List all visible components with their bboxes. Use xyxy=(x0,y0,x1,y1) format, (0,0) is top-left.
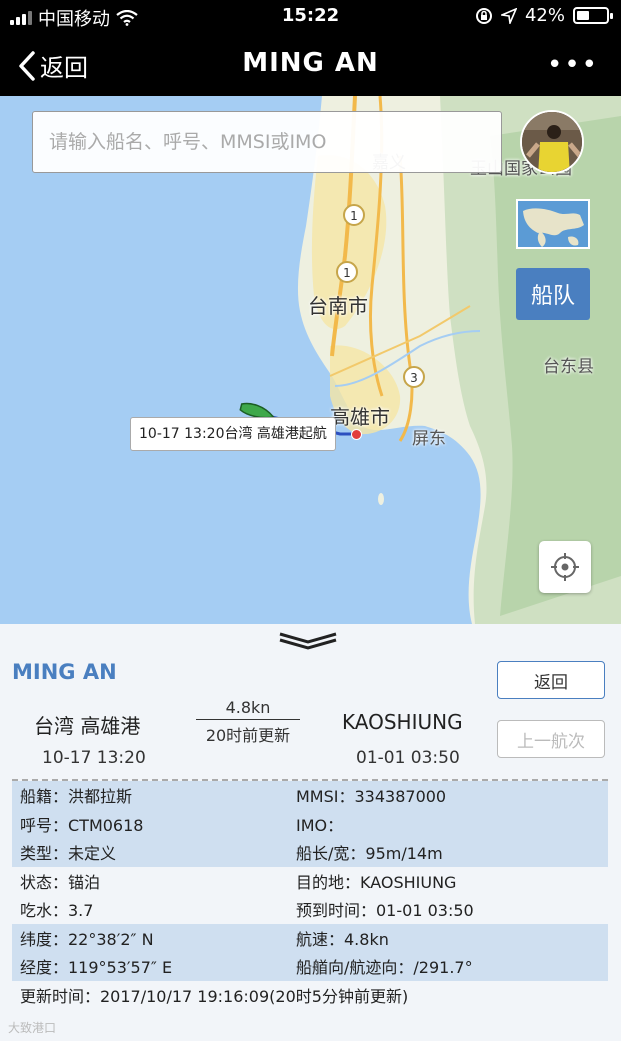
ship-name: MING AN xyxy=(12,660,117,684)
departure-port: 台湾 高雄港 xyxy=(34,714,141,738)
locate-button[interactable] xyxy=(539,541,591,593)
detail-row: 状态：锚泊 目的地：KAOSHIUNG xyxy=(12,866,608,895)
battery-icon xyxy=(573,7,613,24)
route-end-marker xyxy=(351,429,362,440)
ship-search[interactable] xyxy=(32,111,502,173)
map-view[interactable]: 1 1 3 台南市 高雄市 屏东 台东县 嘉义 玉山国家公园 船队 xyxy=(0,96,621,624)
detail-row: 经度：119°53′57″ E 船艏向/航迹向：/291.7° xyxy=(12,952,608,981)
detail-row: 呼号：CTM0618 IMO： xyxy=(12,809,608,838)
detail-left: 类型：未定义 xyxy=(20,844,117,864)
detail-right: 目的地：KAOSHIUNG xyxy=(296,872,457,892)
detail-right: 航速：4.8kn xyxy=(296,929,389,949)
detail-left: 呼号：CTM0618 xyxy=(20,815,144,835)
svg-text:1: 1 xyxy=(343,266,351,280)
map-label-kaohsiung: 高雄市 xyxy=(330,405,390,429)
detail-right: 船艏向/航迹向：/291.7° xyxy=(296,958,473,978)
map-label-tainan: 台南市 xyxy=(308,294,368,318)
battery-percent: 42% xyxy=(524,5,565,26)
detail-left: 经度：119°53′57″ E xyxy=(20,958,173,978)
voyage-divider xyxy=(196,719,300,720)
detail-left: 吃水：3.7 xyxy=(20,901,94,921)
detail-right: MMSI：334387000 xyxy=(296,787,447,807)
watermark: 大致港口 xyxy=(8,1021,57,1035)
detail-left: 纬度：22°38′2″ N xyxy=(20,929,154,949)
departure-time: 10-17 13:20 xyxy=(42,748,146,768)
detail-row: 纬度：22°38′2″ N 航速：4.8kn xyxy=(12,923,608,952)
voyage-speed: 4.8kn xyxy=(225,698,271,717)
voyage-updated-ago: 20时前更新 xyxy=(205,726,291,745)
collapse-chevron-icon[interactable] xyxy=(278,630,338,650)
crosshair-icon xyxy=(551,553,579,581)
detail-right: 预到时间：01-01 03:50 xyxy=(296,901,474,921)
svg-text:3: 3 xyxy=(410,371,418,385)
page-title: MING AN xyxy=(242,48,379,78)
svg-text:1: 1 xyxy=(350,209,358,223)
world-map-icon xyxy=(518,201,588,247)
detail-row: 船籍：洪都拉斯 MMSI：334387000 xyxy=(12,781,608,810)
map-label-pingtung: 屏东 xyxy=(412,429,446,449)
rotation-lock-icon xyxy=(475,7,492,24)
destination-port: KAOSHIUNG xyxy=(342,710,463,734)
eta-time: 01-01 03:50 xyxy=(356,748,460,768)
updated-time: 更新时间：2017/10/17 19:16:09(20时5分钟前更新) xyxy=(20,986,409,1006)
detail-left: 状态：锚泊 xyxy=(20,872,101,892)
detail-right: IMO： xyxy=(296,815,344,835)
map-label-taitung: 台东县 xyxy=(543,357,594,377)
battery-fill xyxy=(577,11,589,20)
ship-departure-tooltip: 10-17 13:20台湾 高雄港起航 xyxy=(130,417,336,451)
previous-voyage-button[interactable]: 上一航次 xyxy=(497,720,605,758)
detail-row: 吃水：3.7 预到时间：01-01 03:50 xyxy=(12,895,608,924)
status-bar: 中国移动 15:22 42% xyxy=(0,0,621,32)
nav-bar: 返回 MING AN ••• xyxy=(0,32,621,96)
detail-row: 类型：未定义 船长/宽：95m/14m xyxy=(12,838,608,867)
location-arrow-icon xyxy=(500,7,517,24)
search-input[interactable] xyxy=(33,112,501,172)
fleet-button[interactable]: 船队 xyxy=(516,268,590,320)
updated-time-row: 更新时间：2017/10/17 19:16:09(20时5分钟前更新) xyxy=(12,980,608,1009)
back-button[interactable]: 返回 xyxy=(497,661,605,699)
ship-info-panel: MING AN 返回 上一航次 台湾 高雄港 10-17 13:20 4.8kn… xyxy=(0,624,621,1041)
ship-details-table: 船籍：洪都拉斯 MMSI：334387000 呼号：CTM0618 IMO： 类型：… xyxy=(12,781,608,1009)
avatar[interactable] xyxy=(520,110,584,174)
map-type-thumbnail[interactable] xyxy=(516,199,590,249)
detail-left: 船籍：洪都拉斯 xyxy=(20,787,133,807)
detail-right: 船长/宽：95m/14m xyxy=(296,844,443,864)
more-icon[interactable]: ••• xyxy=(547,50,599,80)
